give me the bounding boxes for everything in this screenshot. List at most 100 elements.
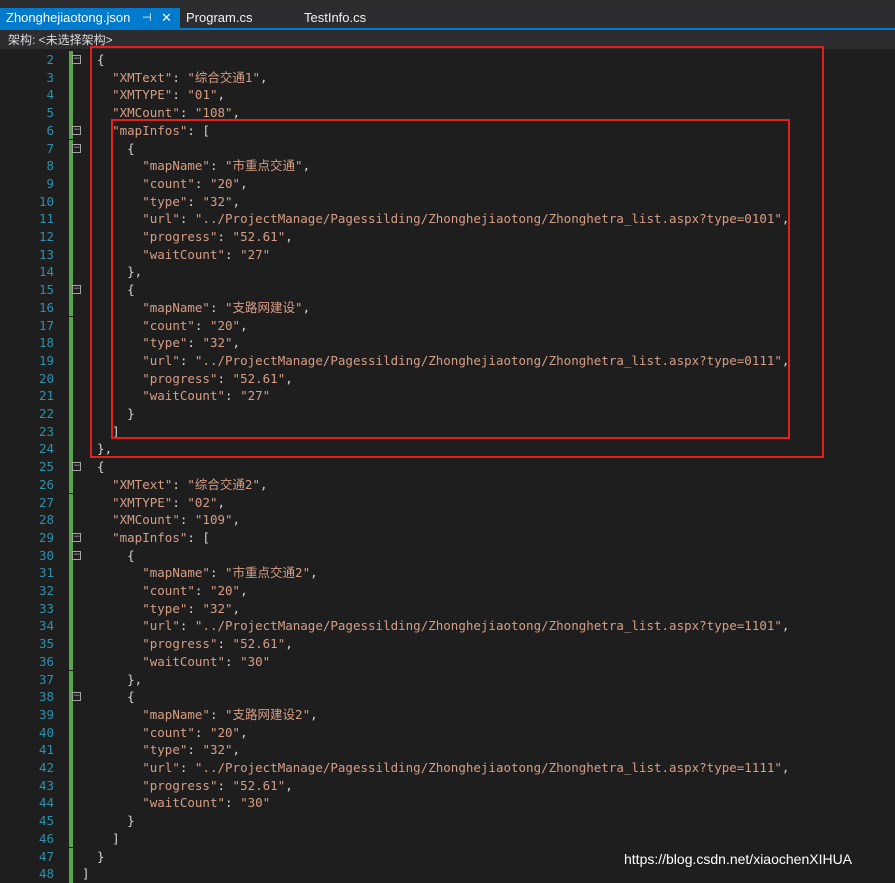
code-line[interactable]: 28 "XMCount": "109", (0, 511, 895, 529)
code-text[interactable]: "count": "20", (82, 724, 247, 742)
line-number: 22 (38, 406, 54, 421)
code-text[interactable]: "url": "../ProjectManage/Pagessilding/Zh… (82, 759, 789, 777)
change-indicator (69, 812, 73, 830)
code-text[interactable]: "waitCount": "30" (82, 653, 270, 671)
change-indicator (69, 192, 73, 211)
code-line[interactable]: 41 "type": "32", (0, 741, 895, 759)
pin-icon[interactable]: ⊣ (142, 8, 152, 28)
code-line[interactable]: 39 "mapName": "支路网建设2", (0, 705, 895, 724)
collapse-icon[interactable]: − (72, 462, 81, 472)
collapse-icon[interactable]: − (72, 285, 81, 295)
tab-label: TestInfo.cs (304, 10, 367, 25)
tab-zhonghejiaotong-json[interactable]: Zhonghejiaotong.json ⊣ ✕ (0, 8, 180, 28)
tab-label: Program.cs (186, 10, 253, 25)
code-editor[interactable]: 2− {3 "XMText": "综合交通1", 4 "XMTYPE": "01"… (0, 46, 895, 883)
change-indicator (69, 741, 73, 759)
change-indicator (69, 652, 73, 671)
line-number: 46 (38, 830, 54, 846)
code-line[interactable]: 35 "progress": "52.61", (0, 635, 895, 653)
code-line[interactable]: 31 "mapName": "市重点交通2", (0, 564, 895, 582)
code-text[interactable]: "url": "../ProjectManage/Pagessilding/Zh… (82, 617, 789, 635)
code-text[interactable]: } (82, 812, 135, 830)
line-number: 15 (38, 282, 54, 298)
code-text[interactable]: "count": "20", (82, 582, 247, 600)
code-line[interactable]: 45 } (0, 812, 895, 830)
line-number: 38 (38, 689, 54, 705)
code-text[interactable]: "mapName": "市重点交通2", (82, 564, 317, 582)
code-line[interactable]: 27 "XMTYPE": "02", (0, 493, 895, 512)
code-line[interactable]: 26 "XMText": "综合交通2", (0, 475, 895, 494)
code-text[interactable]: } (82, 848, 105, 866)
line-number: 28 (38, 512, 54, 528)
line-number: 37 (38, 671, 54, 687)
code-text[interactable]: "XMCount": "109", (82, 511, 240, 529)
code-line[interactable]: 37 }, (0, 670, 895, 689)
tab-underline (0, 28, 895, 30)
collapse-icon[interactable]: − (72, 692, 81, 702)
code-line[interactable]: 34 "url": "../ProjectManage/Pagessilding… (0, 617, 895, 636)
code-line[interactable]: 42 "url": "../ProjectManage/Pagessilding… (0, 759, 895, 777)
code-line[interactable]: 29 − "mapInfos": [ (0, 528, 895, 547)
line-number: 17 (38, 317, 54, 333)
code-text[interactable]: "waitCount": "30" (82, 794, 270, 812)
change-indicator (69, 334, 73, 352)
code-text[interactable]: "mapInfos": [ (82, 529, 210, 547)
tab-label: Zhonghejiaotong.json (6, 10, 131, 25)
line-number: 6 (46, 122, 54, 138)
tab-testinfo-cs[interactable]: TestInfo.cs (304, 8, 366, 28)
code-text[interactable]: "type": "32", (82, 600, 240, 618)
line-number: 48 (38, 866, 54, 882)
close-icon[interactable]: ✕ (161, 8, 172, 28)
collapse-icon[interactable]: − (72, 532, 81, 542)
collapse-icon[interactable]: − (72, 55, 81, 64)
line-number: 40 (38, 724, 54, 740)
collapse-icon[interactable]: − (72, 125, 81, 135)
change-indicator (69, 316, 73, 335)
line-number: 4 (46, 87, 54, 103)
code-text[interactable]: "mapName": "支路网建设2", (82, 706, 317, 724)
change-indicator (69, 174, 73, 193)
code-line[interactable]: 32 "count": "20", (0, 582, 895, 600)
code-text[interactable]: "XMText": "综合交通2", (82, 476, 267, 494)
line-number: 10 (38, 193, 54, 209)
code-line[interactable]: 36 "waitCount": "30" (0, 652, 895, 671)
change-indicator (69, 617, 73, 636)
code-line[interactable]: 43 "progress": "52.61", (0, 776, 895, 795)
change-indicator (69, 493, 73, 512)
code-text[interactable]: { (82, 688, 135, 706)
change-indicator (69, 670, 73, 689)
collapse-icon[interactable]: − (72, 550, 81, 560)
line-number: 3 (46, 69, 54, 85)
line-number: 47 (38, 848, 54, 864)
code-text[interactable]: ] (82, 830, 120, 848)
code-text[interactable]: }, (82, 671, 142, 689)
change-indicator (69, 440, 73, 459)
line-number: 11 (38, 211, 54, 227)
code-text[interactable]: { (82, 547, 135, 565)
code-text[interactable]: { (82, 458, 105, 476)
collapse-icon[interactable]: − (72, 143, 81, 153)
change-indicator (69, 228, 73, 246)
code-line[interactable]: 44 "waitCount": "30" (0, 794, 895, 813)
line-number: 32 (38, 583, 54, 598)
code-text[interactable]: "XMTYPE": "02", (82, 494, 225, 512)
code-text[interactable]: "type": "32", (82, 741, 240, 759)
line-number: 44 (38, 795, 54, 811)
code-line[interactable]: 33 "type": "32", (0, 599, 895, 618)
code-line[interactable]: 40 "count": "20", (0, 723, 895, 742)
line-number: 16 (38, 299, 54, 315)
change-indicator (69, 210, 73, 228)
code-line[interactable]: 25 − { (0, 458, 895, 476)
change-indicator (69, 759, 73, 777)
tab-program-cs[interactable]: Program.cs (186, 8, 252, 28)
code-text[interactable]: ] (82, 865, 90, 883)
code-line[interactable]: 38 − { (0, 688, 895, 706)
line-number: 14 (38, 264, 54, 280)
change-indicator (69, 422, 73, 441)
code-line[interactable]: 30 − { (0, 546, 895, 565)
code-text[interactable]: "progress": "52.61", (82, 635, 293, 653)
code-text[interactable]: "progress": "52.61", (82, 777, 293, 795)
code-line[interactable]: 48] (0, 865, 895, 883)
line-number: 25 (38, 459, 54, 475)
code-line[interactable]: 46 ] (0, 829, 895, 848)
